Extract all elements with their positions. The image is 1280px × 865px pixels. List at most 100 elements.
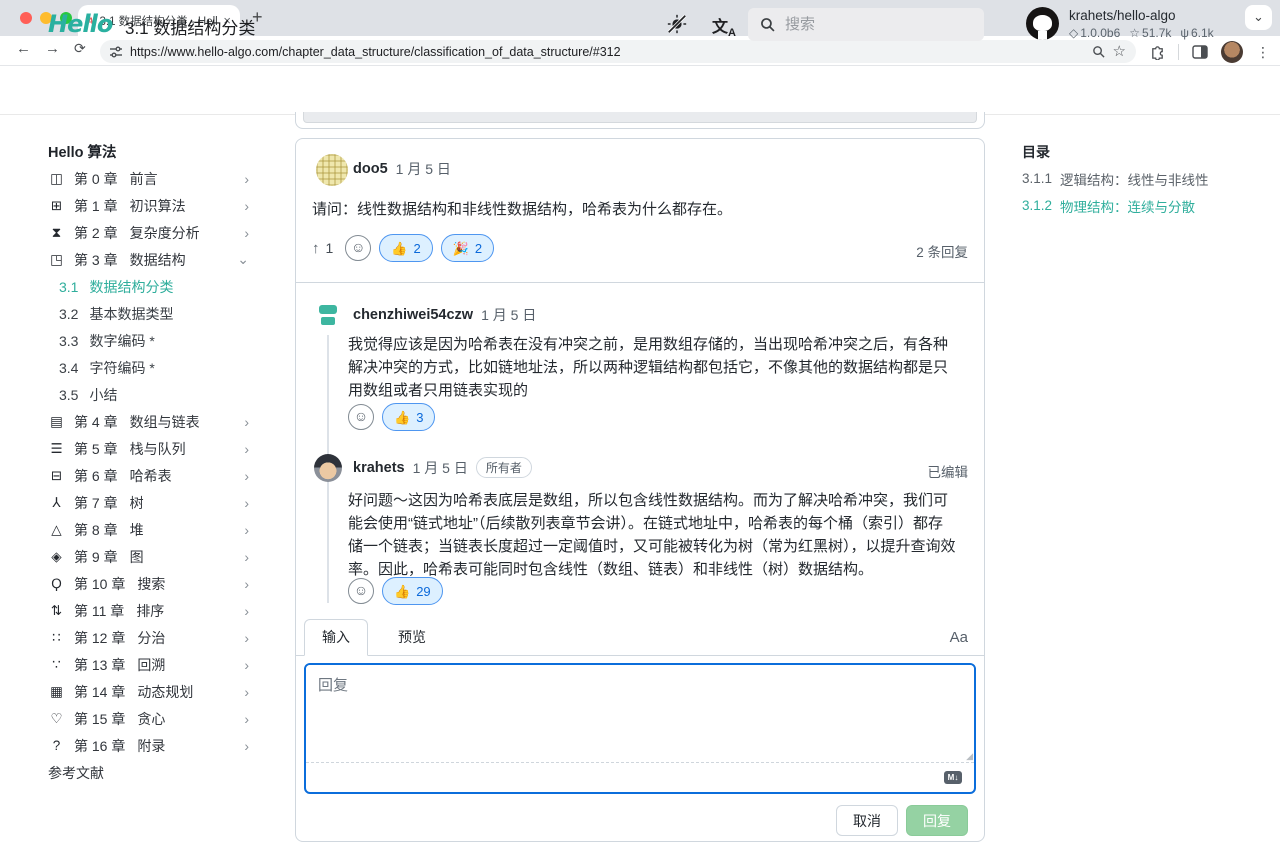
array-icon: ▤ xyxy=(48,414,65,430)
question-icon: ? xyxy=(48,738,65,753)
chevron-right-icon[interactable]: › xyxy=(244,495,249,511)
chevron-right-icon[interactable]: › xyxy=(244,738,249,754)
avatar[interactable] xyxy=(314,301,342,329)
site-search[interactable] xyxy=(748,8,984,41)
chevron-right-icon[interactable]: › xyxy=(244,414,249,430)
chevron-right-icon[interactable]: › xyxy=(244,657,249,673)
sidebar-subitem-3-2[interactable]: 3.2 基本数据类型 xyxy=(48,300,249,327)
sidebar-item-ch14[interactable]: ▦ 第 14 章 动态规划 › xyxy=(48,678,249,705)
sidebar-item-ch3[interactable]: ◳ 第 3 章 数据结构 ⌄ xyxy=(48,246,249,273)
reply-textarea[interactable] xyxy=(306,665,974,764)
browser-profile-avatar[interactable] xyxy=(1221,41,1243,63)
sidebar-subitem-3-4[interactable]: 3.4 字符编码 * xyxy=(48,354,249,381)
toc-item-3-1-1[interactable]: 3.1.1 逻辑结构：线性与非线性 xyxy=(1022,165,1268,192)
reaction-thumbsup[interactable]: 👍 2 xyxy=(379,234,432,262)
reply-author[interactable]: chenzhiwei54czw xyxy=(353,307,473,323)
reaction-tada[interactable]: 🎉 2 xyxy=(441,234,494,262)
tab-overview-chevron-icon[interactable]: ⌄ xyxy=(1245,5,1272,30)
owner-badge: 所有者 xyxy=(476,457,532,478)
upvote-button[interactable]: ↑ 1 xyxy=(312,240,333,257)
cancel-button[interactable]: 取消 xyxy=(836,805,898,836)
reply-input-box[interactable]: ◢ M↓ xyxy=(304,663,976,794)
toc-item-3-1-2[interactable]: 3.1.2 物理结构：连续与分散 xyxy=(1022,192,1268,219)
toolbar-right: ⋮ xyxy=(1150,40,1270,64)
reaction-thumbsup[interactable]: 👍 3 xyxy=(382,403,435,431)
chevron-right-icon[interactable]: › xyxy=(244,468,249,484)
sidebar-subitem-3-1[interactable]: 3.1 数据结构分类 xyxy=(48,273,249,300)
collapsed-reply-field[interactable] xyxy=(303,112,977,123)
chevron-down-icon[interactable]: ⌄ xyxy=(237,251,249,268)
reply-author[interactable]: krahets xyxy=(353,460,405,476)
github-repo-link[interactable]: krahets/hello-algo ◇1.0.0b6 ☆51.7k ψ6.1k xyxy=(1026,7,1214,40)
chevron-right-icon[interactable]: › xyxy=(244,522,249,538)
add-reaction-button[interactable]: ☺ xyxy=(348,578,374,604)
chevron-right-icon[interactable]: › xyxy=(244,603,249,619)
back-icon[interactable]: ← xyxy=(16,41,31,56)
sidebar-item-ch8[interactable]: △ 第 8 章 堆 › xyxy=(48,516,249,543)
sidebar-item-ch2[interactable]: ⧗ 第 2 章 复杂度分析 › xyxy=(48,219,249,246)
reply-date[interactable]: 1 月 5 日 xyxy=(413,458,468,478)
sidebar-item-ch11[interactable]: ⇅ 第 11 章 排序 › xyxy=(48,597,249,624)
sidebar-item-ch4[interactable]: ▤ 第 4 章 数组与链表 › xyxy=(48,408,249,435)
repo-version: ◇1.0.0b6 xyxy=(1069,26,1120,40)
comment-author[interactable]: doo5 xyxy=(353,161,388,177)
section-divider xyxy=(296,282,984,283)
address-bar[interactable]: https://www.hello-algo.com/chapter_data_… xyxy=(100,40,1136,63)
chevron-right-icon[interactable]: › xyxy=(244,441,249,457)
add-reaction-button[interactable]: ☺ xyxy=(348,404,374,430)
avatar[interactable] xyxy=(314,454,342,482)
tab-write[interactable]: 输入 xyxy=(304,619,368,656)
avatar[interactable] xyxy=(316,154,348,186)
chevron-right-icon[interactable]: › xyxy=(244,684,249,700)
zoom-icon[interactable] xyxy=(1092,45,1105,58)
search-input[interactable] xyxy=(785,16,935,33)
sidebar-item-ch12[interactable]: ∷ 第 12 章 分治 › xyxy=(48,624,249,651)
bookmark-star-icon[interactable]: ☆ xyxy=(1113,45,1126,59)
resize-grip-icon[interactable]: ◢ xyxy=(966,751,973,762)
reaction-thumbsup[interactable]: 👍 29 xyxy=(382,577,443,605)
chevron-right-icon[interactable]: › xyxy=(244,171,249,187)
comment-header: doo5 1 月 5 日 xyxy=(353,159,451,179)
sidebar-subitem-3-5[interactable]: 3.5 小结 xyxy=(48,381,249,408)
chevron-right-icon[interactable]: › xyxy=(244,576,249,592)
chevron-right-icon[interactable]: › xyxy=(244,711,249,727)
theme-toggle-icon[interactable] xyxy=(666,13,688,35)
comment-date[interactable]: 1 月 5 日 xyxy=(396,159,451,179)
chevron-right-icon[interactable]: › xyxy=(244,225,249,241)
sidebar-item-ch15[interactable]: ♡ 第 15 章 贪心 › xyxy=(48,705,249,732)
sidebar-subitem-3-3[interactable]: 3.3 数字编码 * xyxy=(48,327,249,354)
sidebar-item-ch16[interactable]: ? 第 16 章 附录 › xyxy=(48,732,249,759)
repo-name: krahets/hello-algo xyxy=(1069,8,1214,23)
close-window-button[interactable] xyxy=(20,12,32,24)
forward-icon[interactable]: → xyxy=(45,41,60,56)
tab-preview[interactable]: 预览 xyxy=(382,619,442,656)
sidebar-item-ch7[interactable]: ⅄ 第 7 章 树 › xyxy=(48,489,249,516)
site-logo[interactable]: Hello xyxy=(48,10,112,38)
chevron-right-icon[interactable]: › xyxy=(244,198,249,214)
sidebar-site-title[interactable]: Hello 算法 xyxy=(48,138,249,165)
chevron-right-icon[interactable]: › xyxy=(244,549,249,565)
repo-stars: ☆51.7k xyxy=(1129,26,1171,40)
reply-submit-button[interactable]: 回复 xyxy=(906,805,968,836)
sidebar-item-ch10[interactable]: Ϙ 第 10 章 搜索 › xyxy=(48,570,249,597)
site-settings-icon[interactable] xyxy=(110,46,122,58)
edited-label: 已编辑 xyxy=(928,461,969,481)
reply-date[interactable]: 1 月 5 日 xyxy=(481,305,536,325)
text-format-hint[interactable]: Aa xyxy=(950,619,968,656)
chevron-right-icon[interactable]: › xyxy=(244,630,249,646)
extensions-icon[interactable] xyxy=(1150,45,1165,60)
sidebar-item-ch5[interactable]: ☰ 第 5 章 栈与队列 › xyxy=(48,435,249,462)
reload-icon[interactable]: ⟳ xyxy=(74,41,86,56)
sidebar-item-ch1[interactable]: ⊞ 第 1 章 初识算法 › xyxy=(48,192,249,219)
translate-icon[interactable]: 文A xyxy=(712,13,736,39)
side-panel-icon[interactable] xyxy=(1192,45,1208,59)
browser-menu-icon[interactable]: ⋮ xyxy=(1256,44,1270,61)
add-reaction-button[interactable]: ☺ xyxy=(345,235,371,261)
sidebar-item-ch9[interactable]: ◈ 第 9 章 图 › xyxy=(48,543,249,570)
sidebar-item-ch13[interactable]: ∵ 第 13 章 回溯 › xyxy=(48,651,249,678)
sidebar-item-ch6[interactable]: ⊟ 第 6 章 哈希表 › xyxy=(48,462,249,489)
url-text[interactable]: https://www.hello-algo.com/chapter_data_… xyxy=(130,45,1084,59)
sidebar-item-ch0[interactable]: ◫ 第 0 章 前言 › xyxy=(48,165,249,192)
previous-comment-box-cutoff xyxy=(295,112,985,129)
sidebar-item-references[interactable]: 参考文献 xyxy=(48,759,249,786)
